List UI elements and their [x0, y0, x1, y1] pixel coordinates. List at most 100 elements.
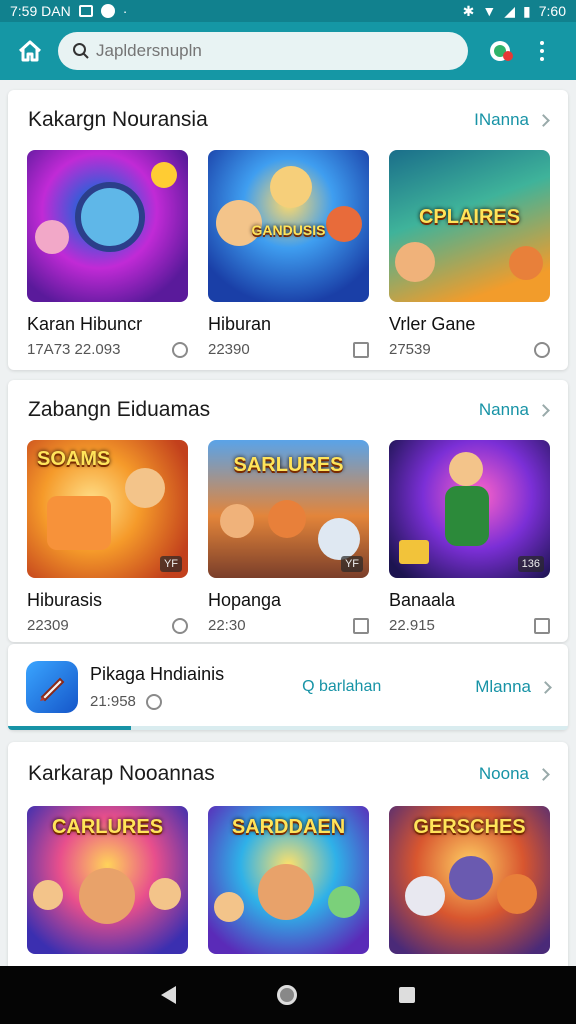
game-thumbnail[interactable]: 136	[389, 440, 550, 578]
game-thumbnail[interactable]: GANDUSIS	[208, 150, 369, 302]
tile-name: Karan Hibuncr	[27, 314, 143, 334]
tile-meta: 22390	[208, 341, 369, 358]
download-icon	[172, 617, 188, 634]
app-name: Pikaga Hndiainis	[90, 664, 225, 684]
app-info: Pikaga Hndiainis 21:958	[90, 664, 224, 710]
pen-icon	[40, 677, 65, 702]
search-input[interactable]	[96, 41, 436, 61]
checkbox-icon	[534, 617, 550, 634]
game-thumbnail[interactable]: CARLURES	[27, 806, 188, 954]
back-icon[interactable]	[160, 986, 176, 1004]
tile-badge: YF	[340, 556, 363, 572]
tile-meta: 17A73 22.093	[27, 341, 188, 358]
download-icon	[145, 693, 162, 710]
chevron-right-icon	[537, 403, 550, 417]
chevron-right-icon	[539, 680, 552, 694]
tile-meta-text: 22:30	[208, 617, 246, 634]
tile-row: SOAMS YF Hiburasis 22309 SARLURES YF Hop…	[8, 440, 568, 634]
thumbnail-title: CARLURES	[51, 816, 164, 838]
game-thumbnail[interactable]: SOAMS YF	[27, 440, 188, 578]
tile-meta-text: 22.915	[389, 617, 435, 634]
section-more-link[interactable]: Noona	[478, 764, 550, 784]
app-notification-icon	[100, 4, 115, 18]
game-tile[interactable]: SARDDAEN	[208, 806, 369, 954]
status-time-right: 7:60	[538, 3, 566, 19]
tile-name: Banaala	[389, 590, 456, 610]
tile-meta: 22309	[27, 617, 188, 634]
tile-row: CARLURES SARDDAEN GERSCHES	[8, 806, 568, 954]
overflow-menu-button[interactable]	[530, 41, 554, 61]
thumbnail-title: CPLAIRES	[418, 206, 521, 228]
tile-meta: 27539	[389, 341, 550, 358]
save-icon	[353, 341, 369, 358]
status-left: 7:59 DAN ·	[10, 3, 127, 19]
status-bar: 7:59 DAN · ✱ ▼ ◢ ▮ 7:60	[0, 0, 576, 22]
game-tile[interactable]: Karan Hibuncr 17A73 22.093	[27, 150, 188, 358]
system-nav-bar	[0, 966, 576, 1024]
section-card: Kakargn Nouransia INanna Karan Hibuncr 1…	[8, 90, 568, 370]
thumbnail-title: GERSCHES	[413, 816, 526, 838]
app-size: 21:958	[90, 693, 224, 710]
game-tile[interactable]: SARLURES YF Hopanga 22:30	[208, 440, 369, 634]
thumbnail-title: SARLURES	[233, 454, 344, 476]
home-circle-icon[interactable]	[277, 985, 298, 1005]
thumbnail-title: GANDUSIS	[251, 222, 326, 238]
bluetooth-icon: ✱	[462, 2, 475, 19]
edit-icon	[353, 617, 369, 634]
status-right: ✱ ▼ ◢ ▮ 7:60	[463, 3, 566, 20]
section-header: Kakargn Nouransia INanna	[8, 90, 568, 150]
section-more-link[interactable]: Nanna	[478, 400, 550, 420]
app-more-link[interactable]: Mlanna	[475, 677, 552, 697]
app-action-link[interactable]: Q barlahan	[302, 678, 381, 696]
recents-icon[interactable]	[399, 987, 416, 1003]
home-button[interactable]	[0, 22, 60, 80]
app-download-row[interactable]: Pikaga Hndiainis 21:958 Q barlahan Mlann…	[8, 644, 568, 730]
globe-alert-icon	[490, 41, 513, 61]
game-tile[interactable]: 136 Banaala 22.915	[389, 440, 550, 634]
tile-name: Vrler Gane	[389, 314, 476, 334]
more-link-label: Nanna	[478, 400, 529, 419]
home-icon	[18, 40, 42, 62]
tile-badge: 136	[517, 556, 544, 572]
menu-dot-icon	[540, 57, 544, 61]
section-header: Karkarap Nooannas Noona	[8, 742, 568, 806]
game-tile[interactable]: CARLURES	[27, 806, 188, 954]
gallery-notification-icon	[78, 5, 93, 17]
menu-dot-icon	[540, 41, 544, 45]
tile-name: Hopanga	[208, 590, 282, 610]
game-thumbnail[interactable]: SARDDAEN	[208, 806, 369, 954]
section-card: Zabangn Eiduamas Nanna SOAMS YF Hiburasi…	[8, 380, 568, 642]
search-bar[interactable]	[58, 32, 468, 70]
tile-meta-text: 17A73 22.093	[27, 341, 121, 358]
game-thumbnail[interactable]: SARLURES YF	[208, 440, 369, 578]
tile-meta-text: 27539	[389, 341, 431, 358]
notifications-button[interactable]	[484, 33, 520, 69]
download-icon	[534, 341, 550, 358]
tile-name: Hiburan	[208, 314, 272, 334]
game-tile[interactable]: CPLAIRES Vrler Gane 27539	[389, 150, 550, 358]
tile-meta-text: 22390	[208, 341, 250, 358]
game-thumbnail[interactable]	[27, 150, 188, 302]
section-card: Karkarap Nooannas Noona CARLURES SARDDAE…	[8, 742, 568, 972]
game-thumbnail[interactable]: CPLAIRES	[389, 150, 550, 302]
menu-dot-icon	[540, 49, 544, 53]
thumbnail-title: SARDDAEN	[231, 816, 346, 838]
chevron-right-icon	[537, 113, 550, 127]
app-icon[interactable]	[26, 661, 78, 713]
tile-meta-text: 22309	[27, 617, 69, 634]
section-header: Zabangn Eiduamas Nanna	[8, 380, 568, 440]
app-bar	[0, 22, 576, 80]
more-link-label: Noona	[478, 764, 529, 783]
game-tile[interactable]: GERSCHES	[389, 806, 550, 954]
wifi-icon: ▼	[482, 3, 497, 19]
game-tile[interactable]: SOAMS YF Hiburasis 22309	[27, 440, 188, 634]
section-more-link[interactable]: INanna	[474, 110, 550, 130]
more-link-label: INanna	[474, 110, 529, 129]
download-progress-fill	[8, 726, 132, 730]
game-thumbnail[interactable]: GERSCHES	[389, 806, 550, 954]
section-title: Karkarap Nooannas	[28, 762, 215, 785]
more-link-label: Mlanna	[475, 677, 531, 696]
tile-row: Karan Hibuncr 17A73 22.093 GANDUSIS Hibu…	[8, 150, 568, 358]
game-tile[interactable]: GANDUSIS Hiburan 22390	[208, 150, 369, 358]
section-title: Kakargn Nouransia	[28, 108, 208, 131]
